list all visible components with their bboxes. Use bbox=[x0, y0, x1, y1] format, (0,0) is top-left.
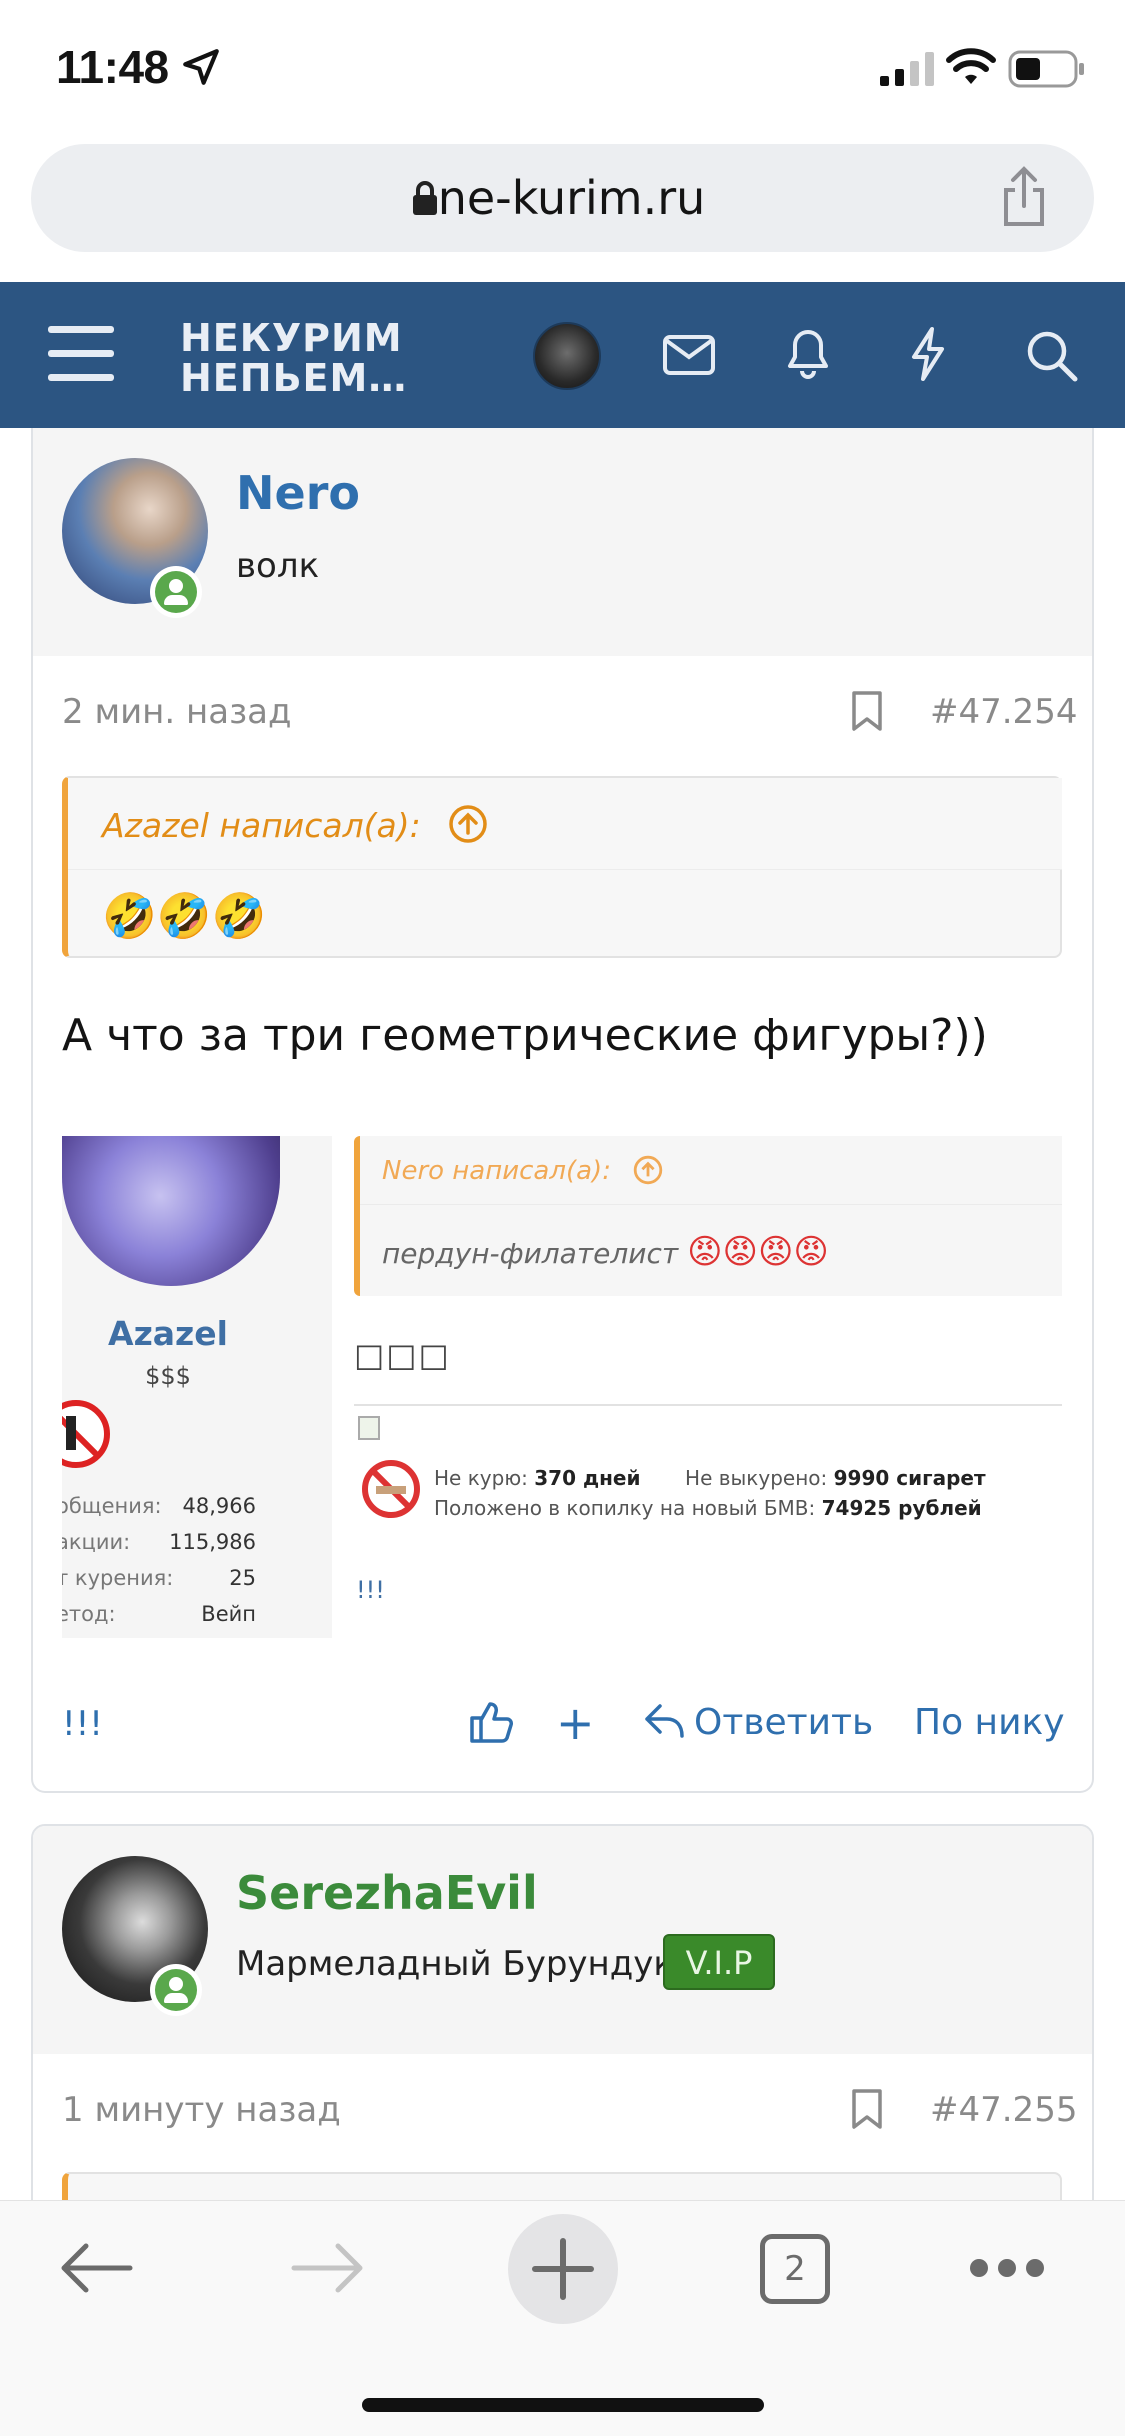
url-text: ne-kurim.ru bbox=[437, 171, 706, 225]
battery-icon bbox=[1008, 50, 1084, 88]
reply-button[interactable]: Ответить bbox=[694, 1702, 873, 1743]
tabs-count: 2 bbox=[784, 2249, 806, 2289]
stat-label: етод: bbox=[62, 1602, 116, 1626]
vip-badge: V.I.P bbox=[663, 1934, 775, 1990]
quote-content: 🤣🤣🤣 bbox=[102, 891, 267, 942]
address-bar[interactable]: ne-kurim.ru bbox=[31, 144, 1094, 252]
inbox-icon[interactable] bbox=[663, 334, 715, 376]
sig-label: Не выкурено: bbox=[685, 1466, 828, 1490]
embedded-quote: Nero написал(а): пердун-филателист 😡😡😡😡 bbox=[354, 1136, 1062, 1296]
stat-value: 115,986 bbox=[169, 1530, 256, 1554]
post-time[interactable]: 2 мин. назад bbox=[62, 692, 292, 732]
embedded-footer: !!! bbox=[356, 1576, 385, 1604]
cellular-signal-icon bbox=[880, 52, 934, 86]
arrow-up-circle-icon bbox=[633, 1155, 663, 1185]
status-time: 11:48 bbox=[56, 41, 169, 93]
home-indicator bbox=[362, 2398, 764, 2412]
like-icon[interactable] bbox=[468, 1700, 514, 1744]
stat-value: 48,966 bbox=[182, 1494, 256, 1518]
mention-button[interactable]: По нику bbox=[914, 1702, 1065, 1743]
bookmark-icon[interactable] bbox=[850, 690, 884, 732]
bookmark-icon[interactable] bbox=[850, 2088, 884, 2130]
arrow-up-circle-icon[interactable] bbox=[448, 804, 488, 844]
more-icon[interactable] bbox=[966, 2255, 1048, 2281]
multiquote-button[interactable]: + bbox=[556, 1696, 595, 1750]
post-number[interactable]: #47.255 bbox=[930, 2090, 1077, 2130]
logo-line-2: НЕПЬЕМ… bbox=[180, 356, 408, 400]
plus-icon bbox=[532, 2238, 594, 2300]
location-arrow-icon bbox=[183, 49, 219, 85]
forward-arrow-icon[interactable] bbox=[290, 2240, 366, 2296]
stat-value: 25 bbox=[229, 1566, 256, 1590]
post-username[interactable]: Nero bbox=[236, 466, 360, 520]
stat-value: Вейп bbox=[201, 1602, 256, 1626]
quote-block: Azazel написал(а): 🤣🤣🤣 bbox=[62, 776, 1062, 958]
signature-line-2: Положено в копилку на новый БМВ: 74925 р… bbox=[434, 1496, 982, 1520]
no-smoking-icon bbox=[362, 1460, 420, 1518]
no-smoking-icon bbox=[62, 1400, 110, 1468]
sig-label: Не курю: bbox=[434, 1466, 528, 1490]
lightning-icon[interactable] bbox=[908, 326, 948, 382]
embedded-image: Azazel $$$ общения: 48,966 акции: 115,986 … bbox=[62, 1136, 1062, 1638]
post-number[interactable]: #47.254 bbox=[930, 692, 1077, 732]
sig-value: 9990 сигарет bbox=[833, 1466, 986, 1490]
embedded-quote-attribution: Nero написал(а): bbox=[382, 1156, 611, 1186]
stat-label: акции: bbox=[62, 1530, 131, 1554]
angry-emoji: 😡😡😡😡 bbox=[687, 1232, 829, 1272]
stat-label: т курения: bbox=[62, 1566, 174, 1590]
signature-line-1: Не курю: 370 дней Не выкурено: 9990 сига… bbox=[434, 1466, 986, 1490]
wifi-icon bbox=[946, 48, 996, 84]
menu-icon[interactable] bbox=[48, 326, 114, 382]
back-arrow-icon[interactable] bbox=[58, 2240, 134, 2296]
header-avatar[interactable] bbox=[533, 322, 601, 390]
sig-label: Положено в копилку на новый БМВ: bbox=[434, 1496, 816, 1520]
online-status-icon bbox=[150, 1964, 202, 2016]
stat-label: общения: bbox=[62, 1494, 162, 1518]
quote-text: пердун-филателист bbox=[382, 1237, 679, 1270]
embedded-username: Azazel bbox=[108, 1314, 228, 1353]
user-title: Мармеладный Бурундук bbox=[236, 1944, 674, 1984]
post-time[interactable]: 1 минуту назад bbox=[62, 2090, 341, 2130]
reply-icon[interactable] bbox=[644, 1702, 686, 1740]
post-username[interactable]: SerezhaEvil bbox=[236, 1866, 538, 1920]
broken-image-icon bbox=[358, 1416, 380, 1440]
logo-line-1: НЕКУРИМ bbox=[180, 316, 403, 360]
share-icon[interactable] bbox=[998, 166, 1050, 228]
post-signature: !!! bbox=[62, 1704, 103, 1744]
embedded-user-title: $$$ bbox=[145, 1362, 191, 1390]
quote-attribution[interactable]: Azazel написал(а): bbox=[102, 806, 421, 845]
online-status-icon bbox=[150, 566, 202, 618]
post-body: А что за три геометрические фигуры?)) bbox=[62, 1010, 988, 1061]
embedded-stats: общения: 48,966 акции: 115,986 т курения: 2… bbox=[62, 1494, 272, 1638]
site-logo[interactable]: НЕКУРИМ НЕПЬЕМ… bbox=[180, 318, 407, 398]
sig-value: 74925 рублей bbox=[821, 1496, 982, 1520]
embedded-quote-text: пердун-филателист 😡😡😡😡 bbox=[382, 1232, 829, 1272]
tabs-button[interactable]: 2 bbox=[760, 2234, 830, 2304]
sig-value: 370 дней bbox=[534, 1466, 641, 1490]
user-title: волк bbox=[236, 546, 320, 586]
search-icon[interactable] bbox=[1026, 330, 1078, 382]
embedded-body: □□□ bbox=[354, 1336, 451, 1374]
bell-icon[interactable] bbox=[786, 328, 830, 380]
